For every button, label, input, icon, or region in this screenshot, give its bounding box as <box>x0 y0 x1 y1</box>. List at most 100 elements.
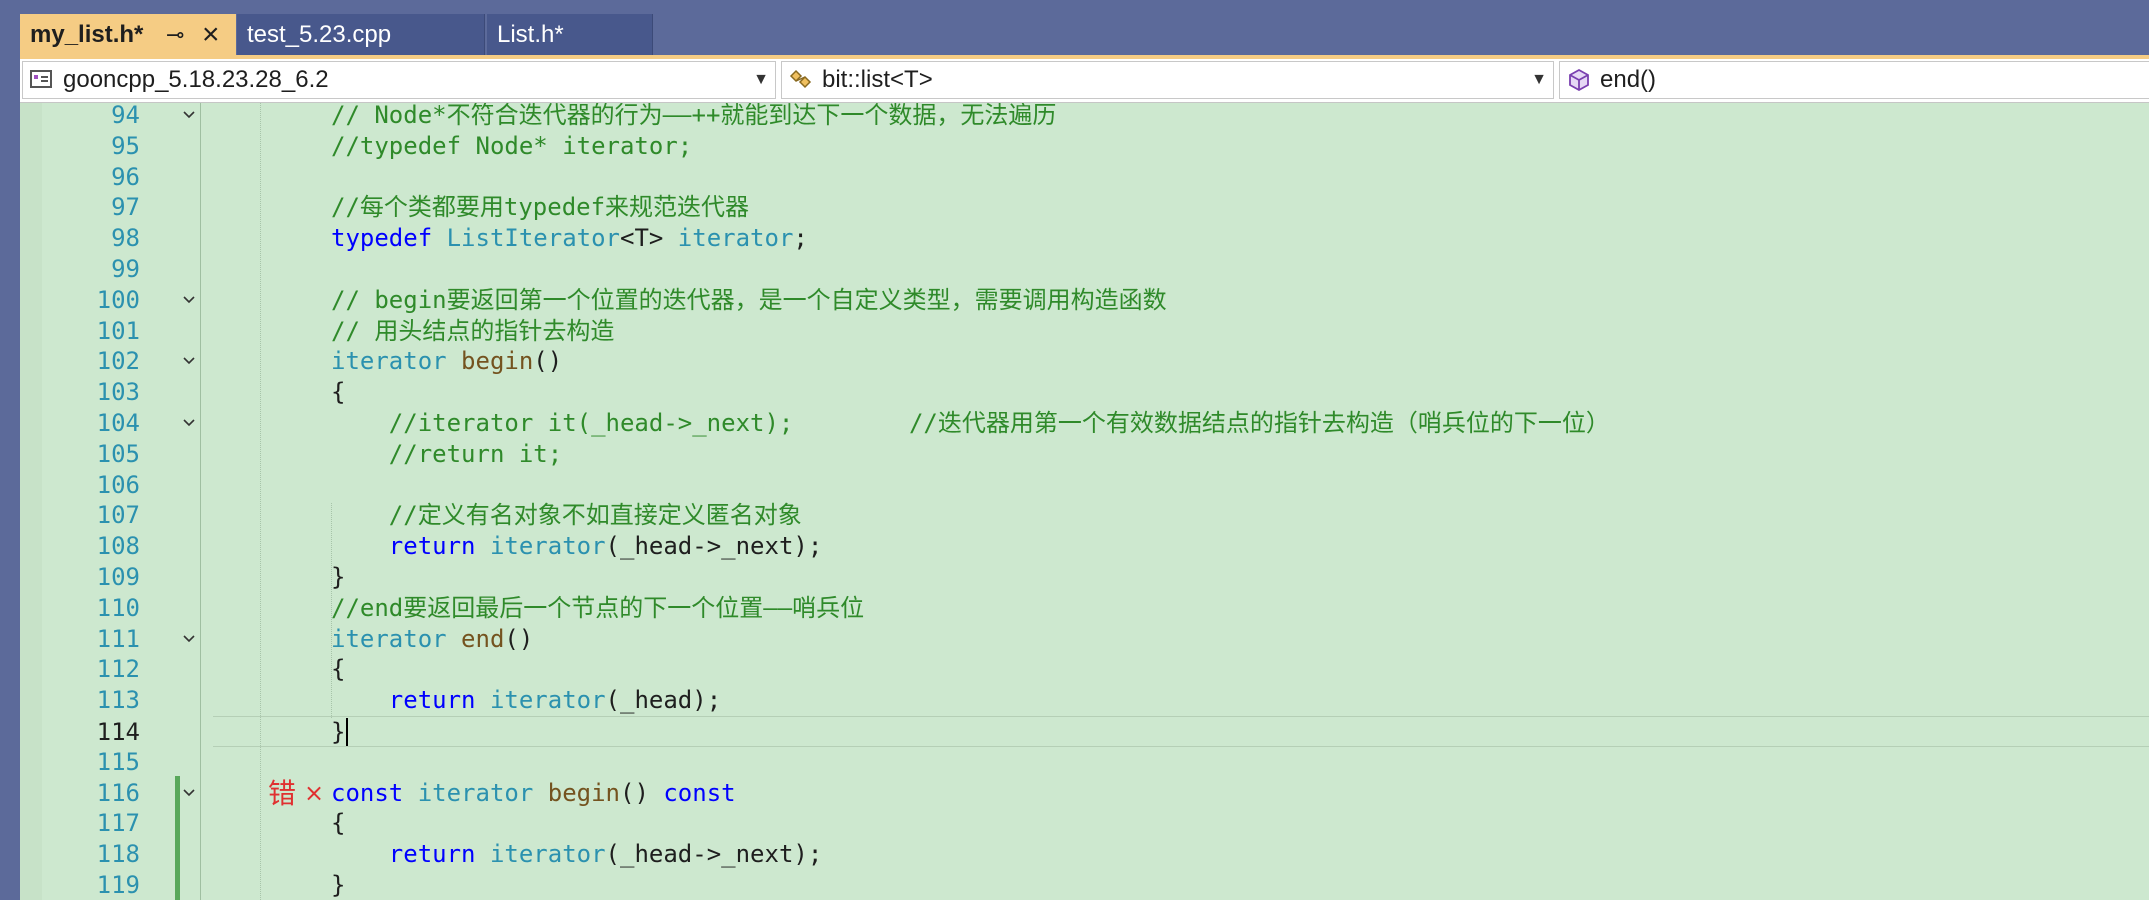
member-dropdown[interactable]: end() <box>1559 61 2149 99</box>
code-line[interactable]: 98 typedef ListIterator<T> iterator; <box>20 223 2149 254</box>
code-line[interactable]: 119} <box>20 870 2149 900</box>
code-text: { <box>331 655 346 684</box>
line-number: 112 <box>96 655 140 684</box>
code-text: //定义有名对象不如直接定义匿名对象 <box>388 501 802 530</box>
tab-label: List.h* <box>497 21 564 48</box>
code-line[interactable]: 108 return iterator(_head->_next); <box>20 531 2149 562</box>
line-number: 118 <box>96 840 140 869</box>
fold-chevron-icon[interactable] <box>182 293 196 307</box>
line-number: 99 <box>111 255 140 283</box>
project-dropdown[interactable]: gooncpp_5.18.23.28_6.2 ▼ <box>22 61 776 99</box>
member-name: end() <box>1600 66 1657 93</box>
line-number: 101 <box>96 316 140 345</box>
project-name: gooncpp_5.18.23.28_6.2 <box>63 66 329 93</box>
code-text: //iterator it(_head->_next); //迭代器用第一个有效… <box>388 409 1610 437</box>
line-number: 108 <box>96 532 140 561</box>
code-line[interactable]: 116 const iterator begin() const 错 × <box>20 778 2149 809</box>
code-text: } <box>331 718 346 746</box>
line-number: 111 <box>96 624 140 653</box>
code-line[interactable]: 97 //每个类都要用typedef来规范迭代器 <box>20 192 2149 223</box>
change-tracking-bar <box>175 775 180 900</box>
method-icon <box>1569 68 1589 92</box>
indent-guide <box>260 103 261 900</box>
code-line[interactable]: 102 iterator begin() <box>20 346 2149 377</box>
tab-my-list-h[interactable]: my_list.h* ⊸ × <box>20 14 236 55</box>
code-text: //typedef Node* iterator; <box>331 131 693 160</box>
fold-chevron-icon[interactable] <box>182 786 196 800</box>
line-number: 97 <box>111 193 140 222</box>
code-text: return iterator(_head->_next); <box>388 532 823 561</box>
code-text: iterator begin() <box>331 347 563 376</box>
line-number: 103 <box>96 378 140 407</box>
line-number: 117 <box>96 809 140 838</box>
fold-chevron-icon[interactable] <box>182 632 196 646</box>
code-line[interactable]: 94 // Node*不符合迭代器的行为——++就能到达下一个数据，无法遍历 <box>20 103 2149 131</box>
fold-chevron-icon[interactable] <box>182 416 196 430</box>
fold-chevron-icon[interactable] <box>182 354 196 368</box>
line-number: 104 <box>96 409 140 437</box>
line-number: 102 <box>96 347 140 376</box>
code-line[interactable]: 100 // begin要返回第一个位置的迭代器，是一个自定义类型，需要调用构造函… <box>20 285 2149 316</box>
code-line[interactable]: 118 return iterator(_head->_next); <box>20 839 2149 870</box>
code-line[interactable]: 113 return iterator(_head); <box>20 685 2149 716</box>
code-line[interactable]: 115 <box>20 747 2149 778</box>
tab-test-5-23-cpp[interactable]: test_5.23.cpp <box>237 14 485 55</box>
close-icon[interactable]: × <box>202 14 220 55</box>
text-caret <box>346 718 348 746</box>
code-line[interactable]: 107 //定义有名对象不如直接定义匿名对象 <box>20 500 2149 531</box>
line-number: 96 <box>111 162 140 191</box>
line-number: 98 <box>111 224 140 253</box>
pin-icon[interactable]: ⊸ <box>166 14 184 55</box>
line-number: 107 <box>96 501 140 530</box>
code-text: typedef ListIterator<T> iterator; <box>331 224 808 253</box>
tab-label: my_list.h* <box>30 21 144 48</box>
code-line[interactable]: 117 { <box>20 808 2149 839</box>
code-line[interactable]: 104 //iterator it(_head->_next); //迭代器用第… <box>20 408 2149 439</box>
code-line[interactable]: 99 <box>20 254 2149 285</box>
code-line[interactable]: 95 //typedef Node* iterator; <box>20 131 2149 162</box>
fold-guide-line <box>200 103 201 900</box>
code-text: // begin要返回第一个位置的迭代器，是一个自定义类型，需要调用构造函数 <box>331 285 1167 314</box>
line-number: 100 <box>96 285 140 314</box>
code-text: } <box>331 563 346 591</box>
code-line[interactable]: 101 // 用头结点的指针去构造 <box>20 316 2149 347</box>
code-text: } <box>331 871 346 899</box>
code-text: // Node*不符合迭代器的行为——++就能到达下一个数据，无法遍历 <box>331 103 1057 129</box>
indent-guide <box>331 503 332 718</box>
tab-list-h[interactable]: List.h* <box>487 14 653 55</box>
fold-chevron-icon[interactable] <box>182 108 196 122</box>
code-line[interactable]: 109} <box>20 562 2149 593</box>
code-line[interactable]: 114} <box>97 716 2149 747</box>
code-text: //return it; <box>388 439 563 468</box>
project-icon <box>30 70 52 88</box>
line-number: 95 <box>111 131 140 160</box>
code-text: // 用头结点的指针去构造 <box>331 316 615 345</box>
chevron-down-icon[interactable]: ▼ <box>753 62 769 98</box>
code-text: //每个类都要用typedef来规范迭代器 <box>331 193 750 222</box>
document-tab-strip: my_list.h* ⊸ × test_5.23.cpp List.h* <box>0 0 2149 55</box>
line-number: 106 <box>96 470 140 499</box>
code-editor[interactable]: 94 // Node*不符合迭代器的行为——++就能到达下一个数据，无法遍历 95 /… <box>20 103 2149 900</box>
code-text: { <box>331 809 346 838</box>
code-line[interactable]: 106 <box>20 470 2149 501</box>
code-line[interactable]: 112 { <box>20 654 2149 685</box>
scope-dropdown[interactable]: bit::list<T> ▼ <box>781 61 1554 99</box>
code-line[interactable]: 96 <box>20 162 2149 193</box>
line-number: 114 <box>96 718 140 746</box>
code-text: const iterator begin() const <box>331 778 736 807</box>
tab-label: test_5.23.cpp <box>247 21 392 48</box>
line-number: 113 <box>96 686 140 715</box>
line-number: 110 <box>96 593 140 622</box>
line-number: 116 <box>96 778 140 807</box>
error-x-icon: × <box>304 778 325 807</box>
chevron-down-icon[interactable]: ▼ <box>1531 62 1547 98</box>
class-icon <box>789 69 812 89</box>
code-text: //end要返回最后一个节点的下一个位置——哨兵位 <box>331 593 865 622</box>
line-number: 94 <box>111 103 140 129</box>
code-text: return iterator(_head->_next); <box>388 840 823 869</box>
code-line[interactable]: 103 { <box>20 377 2149 408</box>
code-line[interactable]: 110 //end要返回最后一个节点的下一个位置——哨兵位 <box>20 593 2149 624</box>
code-line[interactable]: 105 //return it; <box>20 439 2149 470</box>
line-number: 115 <box>96 747 140 776</box>
code-line[interactable]: 111 iterator end() <box>20 624 2149 655</box>
